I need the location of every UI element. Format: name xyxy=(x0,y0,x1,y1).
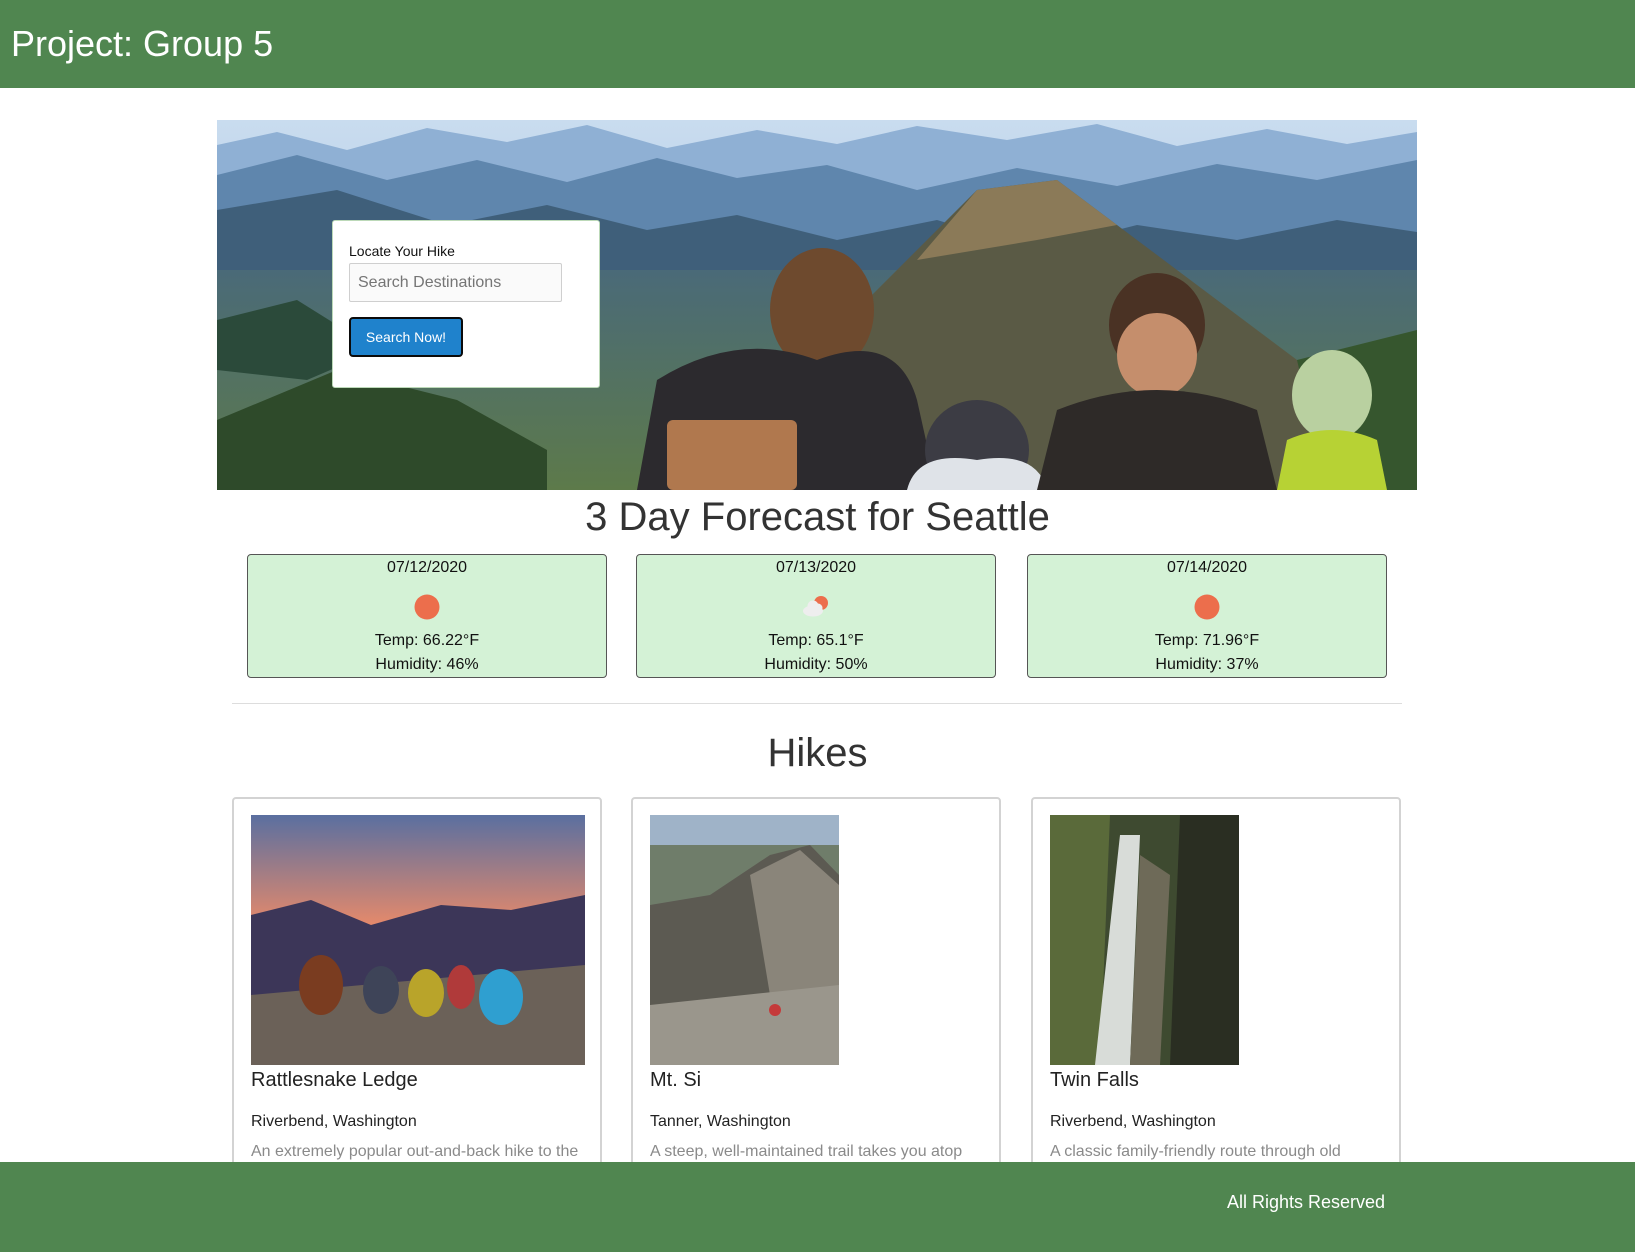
hike-card[interactable]: Mt. Si Tanner, Washington A steep, well-… xyxy=(631,797,1001,1217)
hike-card[interactable]: Twin Falls Riverbend, Washington A class… xyxy=(1031,797,1401,1217)
hike-description: An extremely popular out-and-back hike t… xyxy=(251,1143,579,1160)
footer-text: All Rights Reserved xyxy=(1227,1192,1386,1212)
sun-icon xyxy=(1194,594,1220,620)
sun-icon xyxy=(414,594,440,620)
hikes-title: Hikes xyxy=(767,731,868,775)
forecast-day-card: 07/12/2020 Temp: 66.22°F Humidity: 46% xyxy=(247,554,607,678)
forecast-humidity: Humidity: 50% xyxy=(764,656,868,673)
section-divider xyxy=(232,703,1402,704)
hike-location: Riverbend, Washington xyxy=(251,1113,417,1130)
hike-description: A steep, well-maintained trail takes you… xyxy=(650,1143,963,1160)
hike-description: A classic family-friendly route through … xyxy=(1050,1143,1341,1160)
forecast-temp: Temp: 66.22°F xyxy=(374,632,480,649)
brand-title[interactable]: Project: Group 5 xyxy=(11,22,273,66)
forecast-date: 07/14/2020 xyxy=(1166,559,1248,576)
partly-cloudy-icon xyxy=(803,596,828,617)
forecast-title: 3 Day Forecast for Seattle xyxy=(585,495,1050,539)
hike-card[interactable]: Rattlesnake Ledge Riverbend, Washington … xyxy=(232,797,602,1217)
hike-name[interactable]: Twin Falls xyxy=(1050,1069,1139,1092)
search-card: Locate Your Hike Search Now! xyxy=(332,220,600,388)
search-button[interactable]: Search Now! xyxy=(349,317,463,357)
hike-location: Riverbend, Washington xyxy=(1050,1113,1216,1130)
hike-photo[interactable] xyxy=(1050,815,1239,1065)
hike-name[interactable]: Rattlesnake Ledge xyxy=(251,1069,418,1092)
forecast-humidity: Humidity: 46% xyxy=(375,656,479,673)
forecast-humidity: Humidity: 37% xyxy=(1155,656,1259,673)
forecast-date: 07/12/2020 xyxy=(386,559,468,576)
navbar: Project: Group 5 xyxy=(0,0,1635,88)
forecast-temp: Temp: 71.96°F xyxy=(1154,632,1260,649)
hike-photo[interactable] xyxy=(251,815,585,1065)
forecast-day-card: 07/13/2020 Temp: 65.1°F Humidity: 50% xyxy=(636,554,996,678)
forecast-temp: Temp: 65.1°F xyxy=(768,632,864,649)
hike-photo[interactable] xyxy=(650,815,839,1065)
hike-location: Tanner, Washington xyxy=(650,1113,791,1130)
hike-name[interactable]: Mt. Si xyxy=(650,1069,701,1092)
footer: All Rights Reserved xyxy=(0,1162,1635,1252)
search-input[interactable] xyxy=(349,263,562,302)
search-label: Locate Your Hike xyxy=(349,243,455,259)
forecast-day-card: 07/14/2020 Temp: 71.96°F Humidity: 37% xyxy=(1027,554,1387,678)
forecast-date: 07/13/2020 xyxy=(775,559,857,576)
